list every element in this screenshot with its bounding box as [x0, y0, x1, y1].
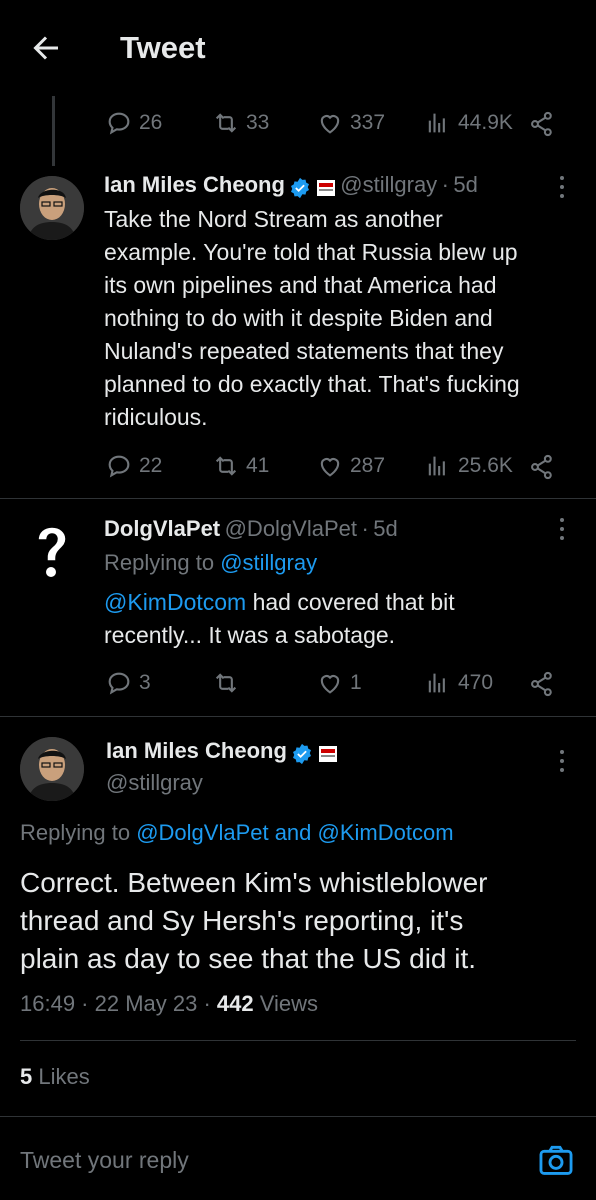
heart-icon	[320, 115, 340, 134]
tweet-time: 5d	[453, 172, 478, 197]
timestamp: 16:49 · 22 May 23 ·	[20, 991, 217, 1016]
views-count: 442	[216, 991, 254, 1016]
reply-icon	[108, 672, 130, 695]
replying-to-link[interactable]: @DolgVlaPet and @KimDotcom	[136, 820, 453, 845]
views-label: Views	[253, 991, 319, 1016]
reply-count: 3	[139, 671, 151, 694]
retweet-count: 41	[246, 454, 270, 477]
author-handle[interactable]: @stillgray	[340, 172, 437, 197]
author-handle[interactable]: @DolgVlaPet	[225, 516, 357, 541]
verified-badge-icon	[293, 743, 312, 764]
reply-count: 26	[139, 111, 163, 134]
likes-summary[interactable]: 5 Likes	[20, 1064, 90, 1090]
reply-button[interactable]: 26	[105, 109, 162, 137]
author-name[interactable]: DolgVlaPet	[104, 516, 220, 541]
avatar-image	[20, 176, 84, 240]
reply-button[interactable]: 22	[105, 452, 162, 480]
share-icon[interactable]	[528, 670, 556, 698]
more-options-icon[interactable]	[558, 750, 566, 776]
views-count: 470	[458, 671, 494, 694]
like-count: 1	[350, 671, 362, 694]
replying-to-link[interactable]: @stillgray	[220, 550, 317, 575]
camera-icon[interactable]	[537, 1141, 575, 1179]
views-icon	[428, 113, 445, 133]
avatar[interactable]	[20, 737, 84, 801]
views-icon	[428, 456, 445, 476]
more-options-icon[interactable]	[558, 176, 566, 202]
news-affiliate-badge-icon	[318, 745, 337, 762]
divider	[20, 1040, 576, 1041]
tweet-meta: 16:49 · 22 May 23 · 442 Views	[20, 991, 318, 1017]
like-button[interactable]: 1	[316, 669, 362, 697]
verified-badge-icon	[291, 177, 310, 198]
author-handle[interactable]: @stillgray	[106, 770, 203, 796]
page-title: Tweet	[120, 30, 206, 65]
divider	[0, 716, 596, 717]
retweet-button[interactable]	[212, 669, 246, 697]
author-name[interactable]: Ian Miles Cheong	[106, 738, 287, 763]
like-count: 287	[350, 454, 386, 477]
avatar-image	[20, 737, 84, 801]
reply-button[interactable]: 3	[105, 669, 151, 697]
views-count: 25.6K	[458, 454, 513, 477]
views-icon	[428, 673, 445, 693]
avatar[interactable]	[20, 520, 84, 584]
news-affiliate-badge-icon	[316, 179, 335, 196]
main-tweet-text: Correct. Between Kim's whistleblower thr…	[20, 867, 488, 974]
likes-label: Likes	[32, 1064, 90, 1089]
retweet-icon	[215, 113, 237, 133]
like-button[interactable]: 337	[316, 109, 385, 137]
mention-link[interactable]: @KimDotcom	[104, 589, 246, 615]
more-options-icon[interactable]	[558, 518, 566, 544]
back-arrow-icon[interactable]	[28, 30, 64, 66]
replying-to: Replying to @stillgray	[104, 550, 318, 575]
tweet-time: 5d	[373, 516, 398, 541]
share-icon[interactable]	[528, 453, 556, 481]
reply-count: 22	[139, 454, 163, 477]
avatar[interactable]	[20, 176, 84, 240]
likes-count: 5	[20, 1064, 33, 1089]
retweet-button[interactable]: 41	[212, 452, 269, 480]
share-icon[interactable]	[528, 110, 556, 138]
like-count: 337	[350, 111, 386, 134]
retweet-icon	[215, 456, 237, 476]
tweet-text: @KimDotcom had covered that bit recently…	[104, 589, 455, 648]
retweet-button[interactable]: 33	[212, 109, 269, 137]
like-button[interactable]: 287	[316, 452, 385, 480]
views-button[interactable]: 470	[424, 669, 493, 697]
retweet-count: 33	[246, 111, 270, 134]
views-button[interactable]: 44.9K	[424, 109, 513, 137]
tweet-header: Ian Miles Cheong @stillgray · 5d	[104, 172, 478, 199]
replying-to: Replying to @DolgVlaPet and @KimDotcom	[20, 820, 454, 845]
divider	[0, 1116, 596, 1117]
reply-icon	[108, 455, 130, 478]
separator-dot: ·	[361, 516, 369, 541]
views-button[interactable]: 25.6K	[424, 452, 513, 480]
author-name[interactable]: Ian Miles Cheong	[104, 172, 285, 197]
reply-icon	[108, 112, 130, 135]
tweet-text: Take the Nord Stream as another example.…	[104, 206, 520, 430]
divider	[0, 498, 596, 499]
retweet-icon	[215, 673, 237, 693]
thread-connector	[52, 96, 55, 166]
views-count: 44.9K	[458, 111, 513, 134]
separator-dot: ·	[441, 172, 449, 197]
heart-icon	[320, 458, 340, 477]
tweet-header: DolgVlaPet @DolgVlaPet · 5d	[104, 516, 398, 542]
heart-icon	[320, 675, 340, 694]
reply-input[interactable]	[20, 1140, 500, 1180]
question-mark-avatar-icon	[20, 520, 84, 584]
author-block: Ian Miles Cheong	[106, 738, 338, 765]
top-bar: Tweet	[0, 0, 596, 96]
